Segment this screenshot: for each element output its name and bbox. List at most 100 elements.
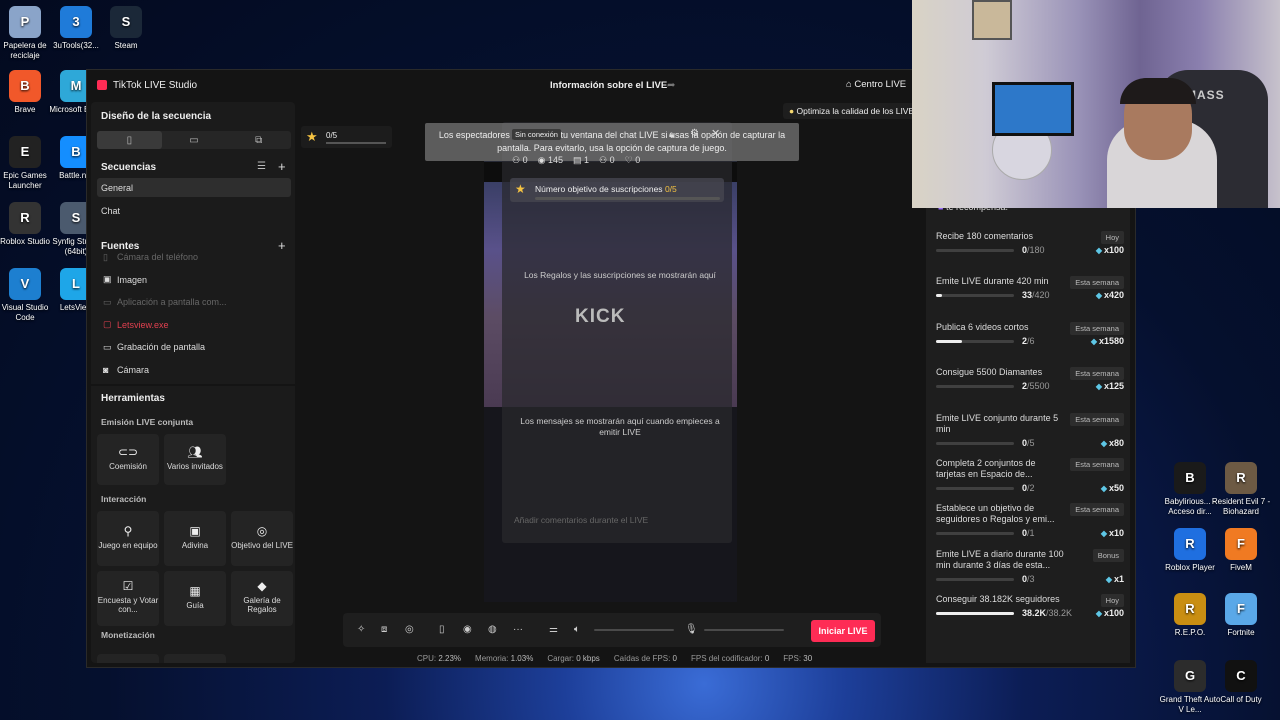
more-icon[interactable]: ··· — [513, 624, 523, 635]
tool-button[interactable]: ◆ Galería de Regalos — [231, 571, 293, 626]
goal-value: 0/5 — [326, 131, 338, 140]
source-item[interactable]: ▣ Imagen — [103, 272, 283, 288]
magic-icon[interactable]: ✧ — [357, 624, 365, 635]
task-progress-text: 0/3 — [1022, 573, 1035, 584]
desktop-icon[interactable]: F Fortnite — [1209, 593, 1273, 638]
source-item[interactable]: ▭ Grabación de pantalla — [103, 339, 283, 355]
desktop-icon[interactable]: S Steam — [94, 6, 158, 51]
stat-value: 145 — [547, 155, 563, 165]
tool-button[interactable]: ◎ Objetivo del LIVE — [231, 511, 293, 566]
source-item[interactable]: ▭ Aplicación a pantalla com... — [103, 294, 283, 310]
task-reward: ◆ x50 — [1100, 483, 1124, 493]
source-item[interactable]: ◙ Cámara — [103, 362, 283, 378]
brave-icon: B — [9, 70, 41, 102]
tool-label: Galería de Regalos — [243, 595, 281, 615]
wall-picture — [972, 0, 1012, 40]
live-info-title[interactable]: Información sobre el LIVE — [550, 80, 667, 91]
tool-button[interactable]: ☑ Encuesta y Votar con... — [97, 571, 159, 626]
scene-icon[interactable]: ⧈ — [381, 624, 387, 635]
effects-icon[interactable]: ◎ — [405, 624, 414, 635]
target-icon: ◎ — [256, 524, 268, 538]
speaker-volume-slider[interactable] — [594, 629, 674, 631]
task-progress-bar — [936, 532, 1014, 536]
mixer-icon[interactable]: ⚌ — [549, 624, 558, 635]
diamond-icon: ◆ — [1095, 291, 1102, 301]
camera-toggle-icon[interactable]: ◍ — [488, 624, 497, 635]
lock-icon[interactable]: 🔒︎ — [669, 129, 674, 140]
tool-button[interactable]: 👥︎ Varios invitados — [164, 434, 226, 485]
tool-button[interactable]: ⊂⊃ Coemisión — [97, 434, 159, 485]
list-icon[interactable]: ☰ — [257, 161, 266, 172]
share-icon[interactable]: ➦ — [667, 80, 675, 91]
microphone-icon[interactable]: 🎙︎ — [685, 624, 698, 635]
task-progress-text: 0/5 — [1022, 437, 1035, 448]
tasks-panel: ■ te recompensa! Recibe 180 comentariosH… — [926, 195, 1130, 663]
task-progress-text: 2/5500 — [1022, 381, 1050, 392]
star-icon: ★ — [515, 182, 526, 196]
phone-icon[interactable]: ▯ — [439, 624, 445, 635]
stat-value: 0 — [635, 155, 641, 165]
task-reward: ◆ x420 — [1095, 290, 1124, 301]
stat-item: ♡ 0 — [625, 155, 641, 166]
subscription-goal-bar — [535, 197, 720, 200]
tool-button[interactable]: ▦ Guía — [164, 571, 226, 626]
diamond-icon: ◆ — [1100, 529, 1107, 539]
desktop-icon[interactable]: C Call of Duty — [1209, 660, 1273, 705]
add-sequence-icon[interactable]: + — [278, 159, 286, 174]
portrait-layout-button[interactable]: ▯ — [97, 131, 162, 149]
source-label: Cámara del teléfono — [117, 252, 199, 262]
goal-progress-bar — [326, 142, 386, 144]
task-title: Emite LIVE durante 420 min — [936, 276, 1049, 287]
speaker-icon[interactable]: 🔈︎ — [574, 624, 580, 635]
mic-volume-slider[interactable] — [704, 629, 784, 631]
camera-icon: ◙ — [103, 365, 109, 375]
desktop-icon[interactable]: R Resident Evil 7 - Biohazard — [1209, 462, 1273, 517]
status-label: FPS del codificador: — [690, 654, 763, 663]
tool-button[interactable] — [97, 654, 159, 663]
sequence-item[interactable]: Chat — [97, 201, 291, 220]
status-item: CPU: 2.23% — [417, 654, 461, 663]
task-period-badge: Hoy — [1100, 594, 1124, 608]
dual-layout-button[interactable]: ⧉ — [226, 131, 291, 149]
eye-icon: ◉ — [537, 155, 548, 165]
status-item: FPS: 30 — [783, 654, 812, 663]
task-reward: ◆ x10 — [1100, 528, 1124, 539]
status-value: 2.23% — [438, 654, 462, 663]
close-icon[interactable]: ✕ — [711, 127, 720, 140]
goal-widget[interactable]: ★ 0/5 — [301, 126, 392, 148]
diamond-icon: ◆ — [1105, 574, 1112, 584]
sequence-item[interactable]: General — [97, 178, 291, 197]
roblox-icon: R — [1174, 528, 1206, 560]
diamond-icon: ◆ — [1095, 609, 1102, 619]
tool-button[interactable] — [164, 654, 226, 663]
status-label: CPU: — [417, 654, 437, 663]
task-progress-bar — [936, 249, 1014, 252]
task-progress-bar — [936, 441, 1014, 445]
desktop-icon-label: Fortnite — [1227, 628, 1255, 637]
source-item[interactable]: ▯ Cámara del teléfono — [103, 249, 283, 265]
landscape-layout-button[interactable]: ▭ — [162, 131, 227, 149]
design-title: Diseño de la secuencia — [101, 111, 212, 122]
source-label: Letsview.exe — [117, 319, 169, 330]
record-icon[interactable]: ◉ — [463, 624, 472, 635]
tool-button[interactable]: ▣ Adivina — [164, 511, 226, 566]
task-progress-text: 33/420 — [1022, 290, 1050, 301]
joint-live-title: Emisión LIVE conjunta — [101, 417, 194, 427]
status-label: Memoria: — [475, 654, 509, 663]
interaction-title: Interacción — [101, 494, 147, 504]
settings-icon[interactable]: ⚙ — [690, 128, 699, 139]
task-item[interactable]: Conseguir 38.182K seguidores Hoy 38.2K/38.… — [936, 594, 1124, 649]
desktop-icon[interactable]: F FiveM — [1209, 528, 1273, 573]
viewers-icon: ⚇ — [512, 155, 523, 165]
source-item[interactable]: ▢ Letsview.exe — [103, 317, 283, 333]
optimize-quality-tip[interactable]: ● Optimiza la calidad de los LIVE — [783, 103, 921, 119]
chat-input[interactable]: Añadir comentarios durante el LIVE — [514, 515, 648, 525]
tool-label: Coemisión — [109, 461, 147, 471]
go-live-button[interactable]: Iniciar LIVE — [811, 620, 875, 642]
tool-label: Varios invitados — [167, 461, 223, 471]
live-stats-row: ⚇ 0 ◉ 145 ▤ 1 ⚇ 0 ♡ 0 — [512, 155, 640, 166]
tv-screen — [992, 82, 1074, 136]
tool-button[interactable]: ⚲ Juego en equipo — [97, 511, 159, 566]
centro-live-button[interactable]: ⌂ Centro LIVE — [846, 79, 906, 90]
source-label: Imagen — [117, 274, 148, 285]
